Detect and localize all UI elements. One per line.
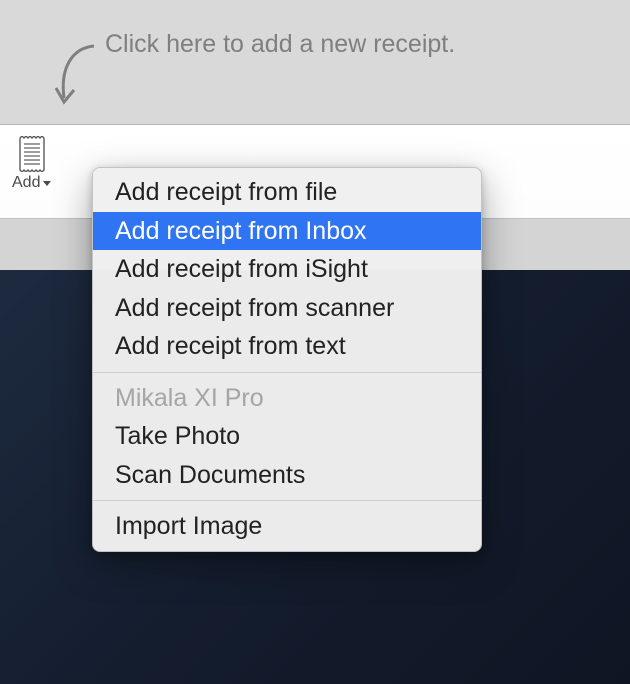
menu-item-add-from-inbox[interactable]: Add receipt from Inbox [93, 212, 481, 251]
menu-item-add-from-text[interactable]: Add receipt from text [93, 327, 481, 366]
menu-item-take-photo[interactable]: Take Photo [93, 417, 481, 456]
menu-separator [93, 500, 481, 501]
receipt-icon [18, 136, 46, 172]
hint-text: Click here to add a new receipt. [105, 30, 455, 59]
chevron-down-icon [43, 181, 51, 186]
menu-item-scan-documents[interactable]: Scan Documents [93, 456, 481, 495]
menu-item-add-from-scanner[interactable]: Add receipt from scanner [93, 289, 481, 328]
menu-item-add-from-file[interactable]: Add receipt from file [93, 173, 481, 212]
menu-item-add-from-isight[interactable]: Add receipt from iSight [93, 250, 481, 289]
add-button-label: Add [12, 174, 40, 192]
menu-separator [93, 372, 481, 373]
add-receipt-button[interactable]: Add [12, 136, 51, 192]
add-receipt-menu[interactable]: Add receipt from file Add receipt from I… [92, 167, 482, 552]
menu-item-import-image[interactable]: Import Image [93, 507, 481, 546]
menu-item-device-header: Mikala XI Pro [93, 379, 481, 418]
hint-arrow-icon [50, 42, 100, 112]
